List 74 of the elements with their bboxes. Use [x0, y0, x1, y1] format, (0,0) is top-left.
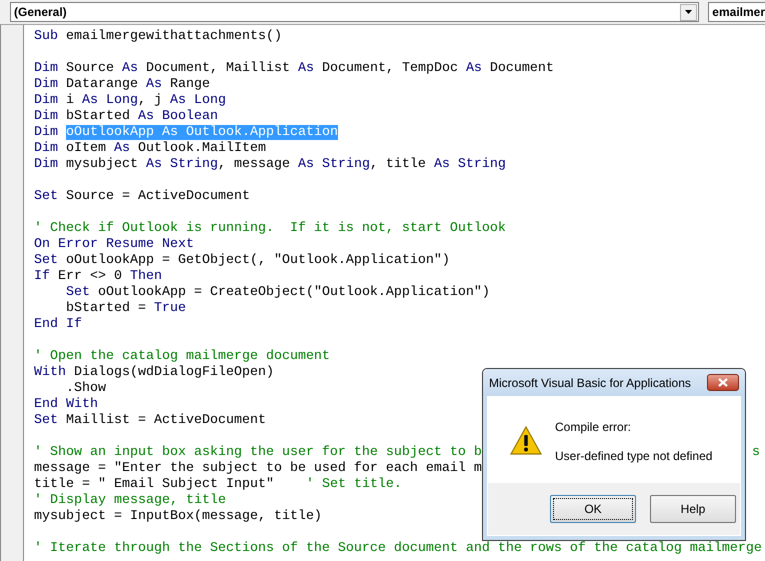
- code-text: oOutlookApp = CreateObject("Outlook.Application"): [96, 285, 490, 300]
- code-keyword: Dim: [34, 109, 58, 124]
- code-text: Range: [168, 77, 210, 92]
- code-keyword: As Boolean: [138, 109, 218, 124]
- close-icon: [718, 378, 728, 387]
- code-keyword: Set: [66, 285, 90, 300]
- code-keyword: With: [34, 365, 66, 380]
- code-keyword: On Error Resume Next: [34, 237, 194, 252]
- code-keyword: As Long: [82, 93, 138, 108]
- code-keyword: End With: [34, 397, 98, 412]
- code-comment: ' Iterate through the Sections of the Source document and the rows of the catalog mailmerge: [34, 541, 762, 556]
- code-text: oItem: [64, 141, 107, 156]
- code-text: Source = ActiveDocument: [64, 189, 250, 204]
- code-keyword: As String: [298, 157, 370, 172]
- code-keyword: Then: [130, 269, 162, 284]
- error-message: User-defined type not defined: [555, 449, 712, 463]
- code-keyword: Dim: [34, 93, 58, 108]
- procedure-dropdown[interactable]: emailmer: [708, 2, 765, 22]
- code-keyword: As String: [146, 157, 218, 172]
- code-text: Document: [488, 61, 554, 76]
- code-comment: ' Display message, title: [34, 493, 226, 508]
- code-keyword: As String: [434, 157, 506, 172]
- code-keyword: Sub: [34, 29, 58, 44]
- code-text: Err <> 0: [56, 269, 123, 284]
- code-comment: ' Check if Outlook is running. If it is not, start Outlook: [34, 221, 506, 236]
- code-keyword: As: [466, 61, 482, 76]
- code-text: bStarted =: [66, 301, 147, 316]
- code-text: Dialogs(wdDialogFileOpen): [72, 365, 274, 380]
- code-text: , message: [218, 157, 291, 172]
- code-comment: ' Open the catalog mailmerge document: [34, 349, 330, 364]
- selected-code: oOutlookApp As Outlook.Application: [66, 125, 338, 140]
- code-text: Document, TempDoc: [320, 61, 459, 76]
- code-comment: ' Show an input box asking the user for the subject to b: [34, 445, 482, 460]
- code-keyword: Set: [34, 253, 58, 268]
- code-keyword: Dim: [34, 141, 58, 156]
- code-keyword: Dim: [34, 61, 58, 76]
- code-keyword: As: [298, 61, 314, 76]
- code-keyword: Set: [34, 413, 58, 428]
- code-text: .Show: [66, 381, 106, 396]
- code-text: mysubject = InputBox(message, title): [34, 509, 322, 524]
- code-text: Datarange: [64, 77, 139, 92]
- error-heading: Compile error:: [555, 420, 632, 434]
- object-dropdown[interactable]: (General): [10, 2, 700, 22]
- help-button[interactable]: Help: [650, 495, 736, 523]
- ok-button[interactable]: OK: [550, 495, 636, 523]
- code-text: , title: [370, 157, 427, 172]
- code-keyword: Set: [34, 189, 58, 204]
- code-text: , j: [138, 93, 163, 108]
- code-keyword: As: [122, 61, 138, 76]
- code-comment: ' Set title.: [306, 477, 402, 492]
- code-keyword: Dim: [34, 125, 59, 140]
- code-comment: s: [752, 445, 760, 461]
- code-keyword: End If: [34, 317, 82, 332]
- code-text: title = " Email Subject Input": [34, 477, 275, 492]
- code-text: Source: [64, 61, 115, 76]
- code-text: bStarted: [64, 109, 131, 124]
- code-keyword: As: [146, 77, 162, 92]
- code-text: message = "Enter the subject to be used for each email m: [34, 461, 482, 476]
- dialog-title: Microsoft Visual Basic for Applications: [489, 376, 692, 390]
- code-text: Outlook.MailItem: [136, 141, 266, 156]
- code-text: Document, Maillist: [144, 61, 291, 76]
- code-text: Maillist = ActiveDocument: [64, 413, 266, 428]
- code-keyword: Dim: [34, 77, 58, 92]
- code-text: i: [64, 93, 75, 108]
- code-keyword: As: [114, 141, 130, 156]
- code-keyword: Dim: [34, 157, 58, 172]
- code-text: oOutlookApp = GetObject(, "Outlook.Application"): [64, 253, 450, 268]
- code-text: emailmergewithattachments(): [64, 29, 282, 44]
- code-keyword: True: [154, 301, 186, 316]
- code-keyword: As Long: [170, 93, 226, 108]
- code-keyword: If: [34, 269, 50, 284]
- close-button[interactable]: [707, 374, 739, 391]
- warning-icon: [510, 426, 542, 456]
- code-text: mysubject: [64, 157, 139, 172]
